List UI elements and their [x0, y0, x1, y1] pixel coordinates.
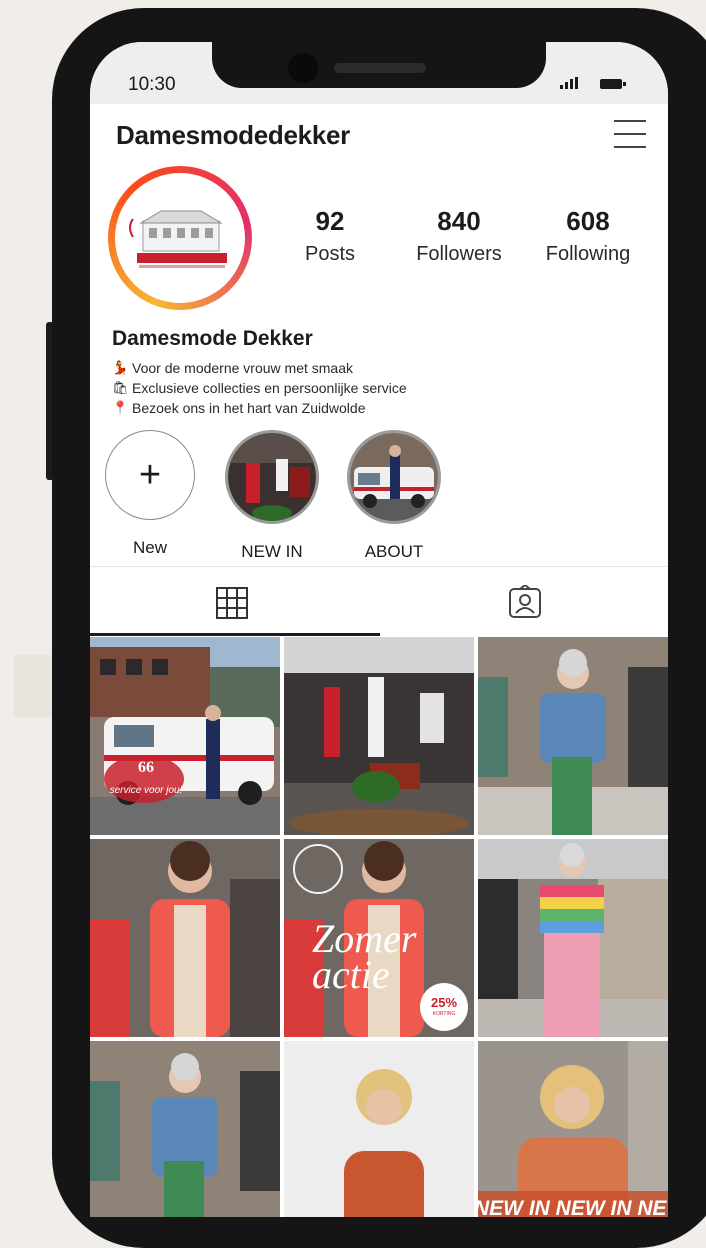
avatar[interactable]	[115, 173, 245, 303]
stat-followers[interactable]: 840 Followers	[399, 206, 519, 266]
battery-icon	[600, 79, 626, 89]
highlight-circle: +	[105, 430, 195, 520]
highlight-circle	[225, 430, 319, 524]
bio-text: Bezoek ons in het hart van Zuidwolde	[132, 400, 366, 416]
earpiece-speaker	[334, 63, 426, 73]
post-thumbnail[interactable]	[478, 839, 668, 1037]
post-thumbnail[interactable]: Zomer actie 25% KORTING	[284, 839, 474, 1037]
grid-icon[interactable]	[216, 587, 248, 619]
background-panel	[14, 655, 54, 717]
profile-display-name: Damesmode Dekker	[112, 327, 313, 350]
bio-text: Exclusieve collecties en persoonlijke se…	[132, 380, 407, 396]
highlight-new[interactable]: + New	[102, 430, 198, 558]
post-caption: Zomer actie	[312, 916, 417, 997]
signal-icon	[560, 77, 578, 89]
bio-line: 💃 Voor de moderne vrouw met smaak	[112, 360, 353, 376]
profile-tab-bar	[90, 566, 668, 637]
plus-icon: +	[138, 453, 162, 496]
hamburger-menu-icon[interactable]	[614, 120, 646, 150]
bio-line: 📍 Bezoek ons in het hart van Zuidwolde	[112, 400, 365, 416]
instagram-profile-screen: 10:30 Damesmodedekker 92 Posts 840 Follo…	[90, 42, 668, 1217]
stat-following[interactable]: 608 Following	[528, 206, 648, 266]
bio-line: 🛍 Exclusieve collecties en persoonlijke …	[112, 380, 407, 396]
location-pin-icon: 📍	[112, 400, 129, 415]
store-interior-thumbnail	[228, 433, 316, 521]
post-thumbnail[interactable]: NEW IN NEW IN NEW	[478, 1041, 668, 1217]
active-tab-indicator	[90, 633, 380, 636]
stat-posts[interactable]: 92 Posts	[270, 206, 390, 266]
stat-following-count: 608	[566, 206, 610, 236]
stat-followers-label: Followers	[416, 243, 502, 265]
post-badge: 66	[138, 759, 154, 776]
tagged-user-icon[interactable]	[508, 583, 542, 619]
post-thumbnail[interactable]	[284, 1041, 474, 1217]
woman-dancing-icon: 💃	[112, 360, 129, 375]
shopping-bags-icon: 🛍	[112, 380, 129, 395]
post-thumbnail[interactable]	[284, 637, 474, 835]
profile-username: Damesmodedekker	[116, 120, 350, 150]
store-logo-icon	[129, 210, 227, 268]
highlight-circle	[347, 430, 441, 524]
post-caption: service voor jou!	[109, 785, 183, 796]
highlight-about[interactable]: ABOUT	[346, 430, 442, 562]
front-camera-icon	[288, 53, 318, 83]
status-time: 10:30	[128, 74, 176, 95]
posts-grid: 66 service voor jou! Zomer actie 25% KOR…	[90, 637, 668, 1217]
post-thumbnail[interactable]	[90, 839, 280, 1037]
bio-text: Voor de moderne vrouw met smaak	[132, 360, 353, 376]
stat-following-label: Following	[545, 243, 631, 265]
post-thumbnail[interactable]: 66 service voor jou!	[90, 637, 280, 835]
discount-badge-sub: KORTING	[432, 1011, 456, 1017]
stat-posts-label: Posts	[304, 243, 356, 265]
post-caption: NEW IN NEW IN NEW	[478, 1197, 668, 1217]
discount-badge: 25%	[430, 995, 458, 1010]
stat-followers-count: 840	[437, 206, 481, 236]
highlight-label: New	[132, 538, 167, 557]
post-thumbnail[interactable]	[478, 637, 668, 835]
stat-posts-count: 92	[315, 206, 345, 236]
highlight-label: ABOUT	[364, 542, 424, 561]
post-thumbnail[interactable]	[90, 1041, 280, 1217]
highlight-new-in[interactable]: NEW IN	[224, 430, 320, 562]
van-thumbnail	[350, 433, 438, 521]
highlight-label: NEW IN	[241, 542, 303, 561]
